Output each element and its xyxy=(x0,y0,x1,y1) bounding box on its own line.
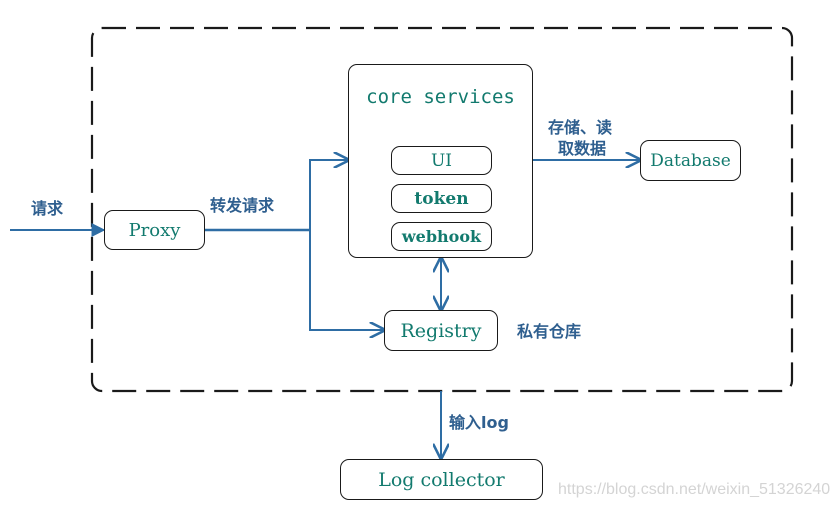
database-node: Database xyxy=(640,140,741,181)
label-input-log: 输入log xyxy=(449,413,509,432)
core-services-title: core services xyxy=(366,86,515,108)
label-forward-request: 转发请求 xyxy=(210,196,275,215)
label-request: 请求 xyxy=(31,199,64,218)
arrow-to-core xyxy=(309,160,348,230)
label-private-repo: 私有仓库 xyxy=(517,322,582,341)
log-collector-node: Log collector xyxy=(340,459,543,500)
watermark: https://blog.csdn.net/weixin_51326240 xyxy=(558,481,831,498)
proxy-node: Proxy xyxy=(104,210,205,250)
label-store-read-1: 存储、读 xyxy=(548,118,613,137)
registry-node: Registry xyxy=(384,310,498,351)
label-store-read-2: 取数据 xyxy=(558,139,607,158)
token-node: token xyxy=(391,184,492,213)
ui-node: UI xyxy=(391,146,492,175)
webhook-node: webhook xyxy=(391,222,492,251)
